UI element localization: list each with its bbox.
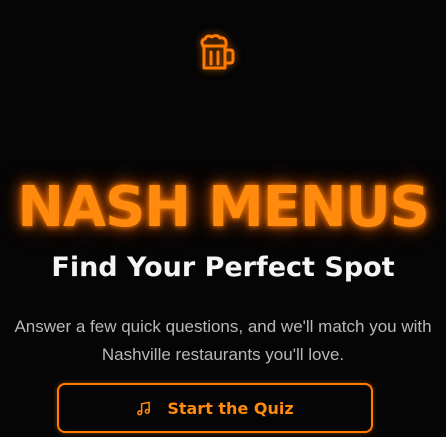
start-quiz-label: Start the Quiz [167, 398, 294, 418]
description-line-2: Nashville restaurants you'll love. [101, 345, 345, 364]
quiz-hero-section: NASH MENUS Find Your Perfect Spot Answer… [0, 0, 446, 437]
hero-subtitle: Find Your Perfect Spot [51, 252, 395, 284]
start-quiz-button[interactable]: Start the Quiz [57, 383, 373, 433]
page-title: NASH MENUS [17, 174, 430, 240]
description-line-1: Answer a few quick questions, and we'll … [14, 317, 432, 336]
beer-mug-icon [200, 34, 235, 70]
hero-description: Answer a few quick questions, and we'll … [0, 313, 446, 369]
music-note-icon [137, 401, 151, 415]
